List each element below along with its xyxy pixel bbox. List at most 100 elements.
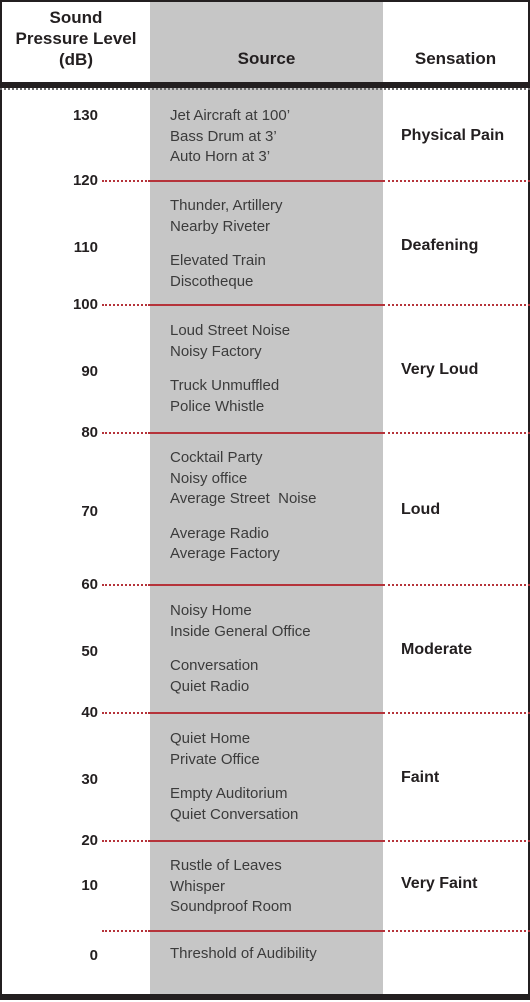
source-item: Nearby Riveter [170,217,271,235]
sensation-band: 80 70 Cocktail Party Noisy office Average St… [2,425,530,584]
source-item: Private Office [170,750,260,768]
source-group: Loud Street Noise Noisy Factory [170,321,383,362]
db-tick-label: 60 [81,576,98,593]
source-list: Jet Aircraft at 100’ Bass Drum at 3’ Auto … [170,106,383,168]
db-boundary-rule-segment [102,304,150,306]
source-list: Thunder, Artillery Nearby Riveter Elevated… [170,196,383,292]
source-item: Threshold of Audibility [170,945,317,962]
db-boundary-rule-segment [383,712,530,714]
db-boundary-rule-segment [150,304,383,306]
db-boundary-rule-segment [383,304,530,306]
db-boundary-rule-segment [150,712,383,714]
header-divider-dotted [0,88,530,92]
header-source: Source [237,49,296,68]
sensation-band: 20 10 Rustle of Leaves Whisper Soundproof Ro… [2,833,530,930]
sensation-label: Very Faint [401,875,478,892]
source-group: Jet Aircraft at 100’ Bass Drum at 3’ Auto … [170,106,383,168]
source-item: Whisper [170,877,226,895]
sound-pressure-level-table: Sound Pressure Level (dB) Source Sensati… [0,0,530,1000]
source-item: Police Whistle [170,397,265,415]
source-item: Inside General Office [170,622,311,640]
source-list: Threshold of Audibility [170,944,383,965]
db-boundary-rule-segment [150,584,383,586]
db-boundary-rule-segment [102,712,150,714]
sensation-label: Loud [401,501,441,518]
sensation-band: 40 30 Quiet Home Private Office Empty Audito… [2,705,530,840]
table-header: Sound Pressure Level (dB) Source Sensati… [2,2,528,82]
header-level-line3: (dB) [59,50,93,69]
db-boundary-rule-segment [383,840,530,842]
db-boundary-rule-segment [383,584,530,586]
source-item: Average Radio [170,524,269,542]
source-list: Loud Street Noise Noisy Factory Truck Unmu… [170,321,383,417]
db-tick-label: 30 [81,771,98,788]
source-list: Rustle of Leaves Whisper Soundproof Room [170,856,383,918]
source-item: Thunder, Artillery [170,197,283,214]
source-item: Quiet Conversation [170,805,299,823]
source-group: Cocktail Party Noisy office Average Street… [170,448,383,510]
source-item: Jet Aircraft at 100’ [170,107,291,124]
sensation-band: 60 50 Noisy Home Inside General Office Conve… [2,577,530,712]
source-item: Average Factory [170,545,280,562]
source-group: Quiet Home Private Office [170,729,383,770]
source-item: Elevated Train [170,252,266,269]
db-boundary-rule-segment [102,432,150,434]
sensation-label: Faint [401,769,440,786]
header-level-line2: Pressure Level [15,29,137,48]
source-list: Quiet Home Private Office Empty Auditorium… [170,729,383,825]
db-tick-label: 90 [81,363,98,380]
header-level-line1: Sound [49,8,103,27]
sensation-band: 130 Jet Aircraft at 100’ Bass Drum at 3’ Au… [2,90,528,180]
db-tick-label: 10 [81,877,98,894]
source-group: Conversation Quiet Radio [170,656,383,697]
db-tick-label: 50 [81,643,98,660]
source-group: Rustle of Leaves Whisper Soundproof Room [170,856,383,918]
source-item: Quiet Home [170,730,251,747]
source-item: Noisy office [170,469,248,487]
source-item: Rustle of Leaves [170,857,282,874]
sensation-band: 120 110 Thunder, Artillery Nearby Riveter El… [2,173,530,304]
source-group: Average Radio Average Factory [170,524,383,565]
source-list: Noisy Home Inside General Office Conversat… [170,601,383,697]
db-tick-label: 40 [81,704,98,721]
db-boundary-rule-segment [150,930,383,932]
db-boundary-rule-segment [102,180,150,182]
db-tick-label: 130 [72,107,98,124]
source-item: Empty Auditorium [170,785,288,802]
db-boundary-rule-segment [102,584,150,586]
header-sound-pressure-level: Sound Pressure Level (dB) [2,7,150,70]
source-list: Cocktail Party Noisy office Average Street… [170,448,383,565]
source-group: Empty Auditorium Quiet Conversation [170,784,383,825]
table-body: 130 Jet Aircraft at 100’ Bass Drum at 3’ Au… [2,90,530,994]
sensation-label: Moderate [401,641,473,658]
db-boundary-rule-segment [383,180,530,182]
db-boundary-rule-segment [383,432,530,434]
db-boundary-rule-segment [150,180,383,182]
source-group: Elevated Train Discotheque [170,251,383,292]
db-boundary-rule-segment [150,432,383,434]
source-item: Cocktail Party [170,449,263,466]
sensation-label: Very Loud [401,361,479,378]
db-tick-label: 110 [73,239,98,256]
source-group: Noisy Home Inside General Office [170,601,383,642]
source-group: Truck Unmuffled Police Whistle [170,376,383,417]
source-item: Bass Drum at 3’ [170,127,277,145]
sensation-label: Physical Pain [401,127,505,144]
header-sensation: Sensation [414,49,497,68]
source-item: Noisy Factory [170,342,262,360]
source-group: Thunder, Artillery Nearby Riveter [170,196,383,237]
db-tick-label: 20 [81,832,98,849]
source-item: Quiet Radio [170,677,250,695]
db-boundary-rule-segment [102,840,150,842]
source-item: Auto Horn at 3’ [170,148,271,165]
db-tick-label: 70 [81,503,98,520]
db-boundary-rule-segment [150,840,383,842]
sensation-label: Deafening [401,237,479,254]
source-item: Soundproof Room [170,898,292,915]
db-tick-label: 80 [81,424,98,441]
source-item: Noisy Home [170,602,252,619]
db-boundary-rule-segment [102,930,150,932]
db-tick-label: 100 [72,296,98,313]
source-item: Average Street Noise [170,490,317,507]
source-group: Threshold of Audibility [170,944,383,965]
